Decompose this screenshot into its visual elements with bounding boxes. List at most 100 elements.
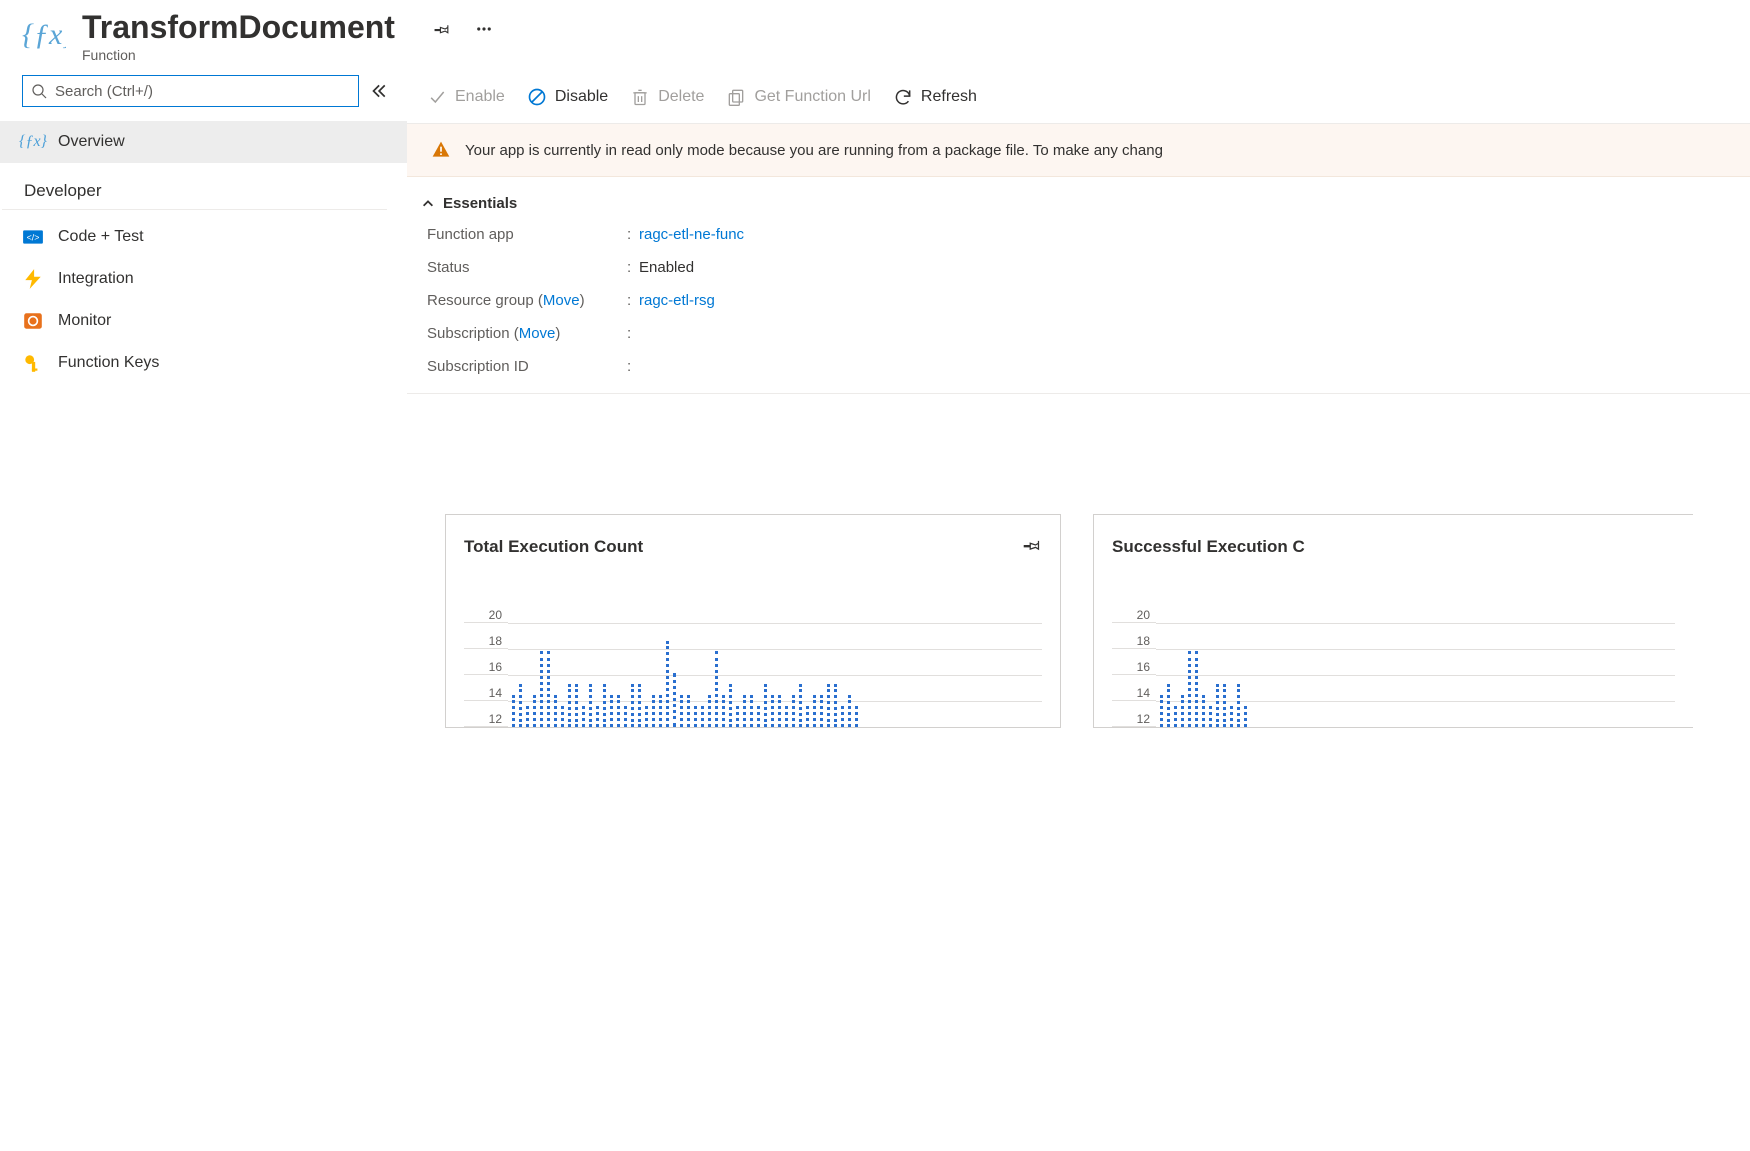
chart-bar — [792, 695, 796, 728]
page-title: TransformDocument — [82, 10, 395, 45]
chart-bar — [701, 706, 705, 728]
y-tick: 18 — [1112, 623, 1156, 649]
more-icon[interactable] — [475, 20, 493, 41]
sidebar-item-label: Function Keys — [58, 354, 159, 372]
chart-bar — [799, 684, 803, 727]
y-tick: 16 — [1112, 649, 1156, 675]
chart-bar — [1244, 706, 1248, 728]
disable-button[interactable]: Disable — [527, 87, 608, 107]
chart-bar — [848, 695, 852, 728]
essentials-toggle[interactable]: Essentials — [421, 195, 1726, 212]
warning-icon — [431, 140, 451, 160]
essentials-label-resource-group: Resource group (Move) — [427, 292, 627, 309]
key-icon — [22, 352, 44, 374]
enable-button[interactable]: Enable — [427, 87, 505, 107]
sidebar-item-monitor[interactable]: Monitor — [0, 300, 407, 342]
chart-bar — [1202, 695, 1206, 728]
chart-bar — [1209, 706, 1213, 728]
chart-bar — [652, 695, 656, 728]
chart-total-execution-count: Total Execution Count 20 18 16 14 12 — [445, 514, 1061, 728]
chart-bar — [841, 706, 845, 728]
chart-bar — [596, 706, 600, 728]
chart-bar — [540, 651, 544, 727]
chart-bar — [526, 706, 530, 728]
status-value: Enabled — [639, 259, 1726, 276]
chart-bar — [1167, 684, 1171, 727]
button-label: Get Function Url — [754, 88, 870, 106]
chart-bar — [1216, 684, 1220, 727]
function-fx-icon: {ƒx} — [22, 131, 44, 153]
sidebar-item-label: Integration — [58, 270, 134, 288]
chart-bar — [519, 684, 523, 727]
chart-bar — [757, 706, 761, 728]
y-axis: 20 18 16 14 12 — [464, 597, 508, 727]
chart-bar — [568, 684, 572, 727]
banner-text: Your app is currently in read only mode … — [465, 142, 1163, 159]
chart-bar — [1237, 684, 1241, 727]
chart-bar — [778, 695, 782, 728]
page-header: {ƒx} TransformDocument Function — [0, 0, 1750, 75]
search-input[interactable]: Search (Ctrl+/) — [22, 75, 359, 107]
move-resource-group-link[interactable]: Move — [543, 292, 580, 309]
sidebar-nav: Search (Ctrl+/) {ƒx} Overview Developer … — [0, 75, 407, 1151]
pin-icon[interactable] — [433, 20, 451, 41]
y-tick: 20 — [1112, 597, 1156, 623]
essentials-label-subscription-id: Subscription ID — [427, 358, 627, 375]
chart-bar — [764, 684, 768, 727]
sidebar-item-label: Monitor — [58, 312, 111, 330]
sidebar-item-integration[interactable]: Integration — [0, 258, 407, 300]
essentials-label-status: Status — [427, 259, 627, 276]
chart-bar — [561, 706, 565, 728]
chart-bar — [694, 706, 698, 728]
chart-bar — [1174, 706, 1178, 728]
move-subscription-link[interactable]: Move — [519, 325, 556, 342]
sidebar-item-overview[interactable]: {ƒx} Overview — [0, 121, 407, 163]
essentials-label-subscription: Subscription (Move) — [427, 325, 627, 342]
subscription-id-value — [639, 358, 1726, 375]
pin-icon[interactable] — [1022, 535, 1042, 558]
chart-bar — [806, 706, 810, 728]
chart-bar — [750, 695, 754, 728]
command-bar: Enable Disable Delete Get Function Url R… — [407, 75, 1750, 124]
y-tick: 12 — [464, 701, 508, 727]
chart-title: Successful Execution C — [1112, 537, 1675, 557]
chart-bar — [687, 695, 691, 728]
chart-bar — [855, 706, 859, 728]
essentials-label-function-app: Function app — [427, 226, 627, 243]
get-function-url-button[interactable]: Get Function Url — [726, 87, 870, 107]
button-label: Delete — [658, 88, 704, 106]
button-label: Disable — [555, 88, 608, 106]
chart-bar — [589, 684, 593, 727]
chart-bar — [827, 684, 831, 727]
function-app-link[interactable]: ragc-etl-ne-func — [639, 226, 744, 243]
sidebar-item-code-test[interactable]: </> Code + Test — [0, 216, 407, 258]
y-tick: 18 — [464, 623, 508, 649]
collapse-sidebar-icon[interactable] — [369, 82, 387, 100]
chart-bar — [554, 695, 558, 728]
chart-bar — [1160, 695, 1164, 728]
chart-bar — [645, 706, 649, 728]
refresh-button[interactable]: Refresh — [893, 87, 977, 107]
chart-bar — [820, 695, 824, 728]
y-tick: 20 — [464, 597, 508, 623]
essentials-panel: Essentials Function app : ragc-etl-ne-fu… — [407, 177, 1750, 394]
sidebar-item-function-keys[interactable]: Function Keys — [0, 342, 407, 384]
delete-button[interactable]: Delete — [630, 87, 704, 107]
y-tick: 14 — [1112, 675, 1156, 701]
chart-bar — [617, 695, 621, 728]
chart-bar — [715, 651, 719, 727]
chart-bar — [785, 706, 789, 728]
chart-bar — [533, 695, 537, 728]
chart-bar — [1195, 651, 1199, 727]
monitor-icon — [22, 310, 44, 332]
chart-bar — [659, 695, 663, 728]
chart-successful-execution-count: Successful Execution C 20 18 16 14 12 — [1093, 514, 1693, 728]
chart-bar — [1181, 695, 1185, 728]
code-icon: </> — [22, 226, 44, 248]
y-tick: 12 — [1112, 701, 1156, 727]
search-placeholder: Search (Ctrl+/) — [55, 83, 153, 100]
svg-text:</>: </> — [27, 232, 40, 242]
chevron-up-icon — [421, 197, 435, 211]
resource-group-link[interactable]: ragc-etl-rsg — [639, 292, 715, 309]
chart-bar — [610, 695, 614, 728]
